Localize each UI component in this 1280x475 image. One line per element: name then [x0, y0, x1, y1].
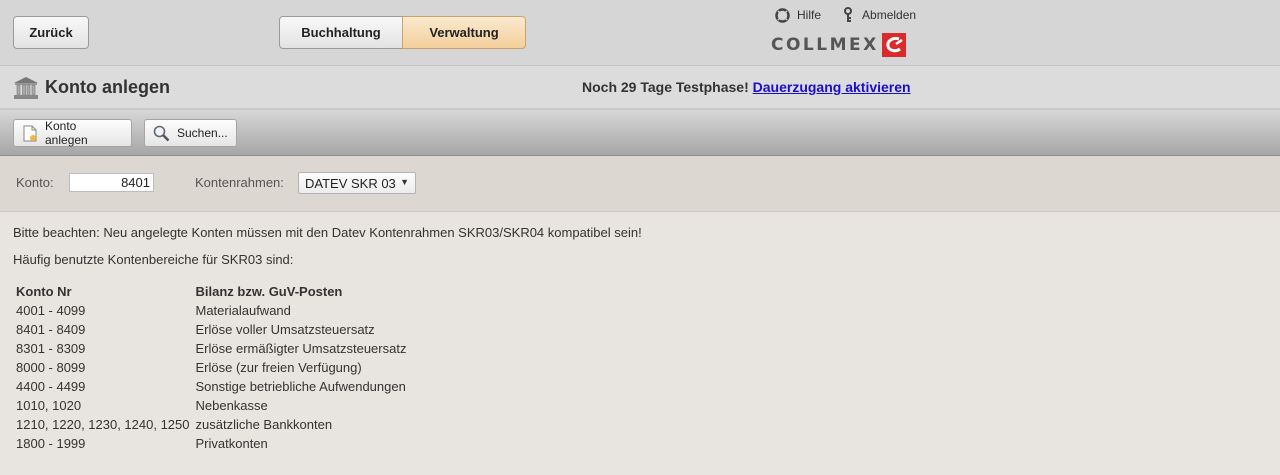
table-row: 8401 - 8409 Erlöse voller Umsatzsteuersat… — [13, 320, 409, 339]
konto-range-cell: 4001 - 4099 — [16, 303, 86, 318]
konto-range-cell: 8301 - 8309 — [16, 341, 86, 356]
posten-cell: Nebenkasse — [195, 398, 268, 413]
help-label: Hilfe — [797, 8, 822, 22]
table-row: 8301 - 8309 Erlöse ermäßigter Umsatzsteue… — [13, 339, 409, 358]
posten-cell: Sonstige betriebliche Aufwendungen — [195, 379, 406, 394]
search-button[interactable]: Suchen... — [144, 119, 237, 147]
account-ranges-table: Konto Nr Bilanz bzw. GuV-Posten 4001 - 4… — [13, 282, 409, 453]
posten-cell: Privatkonten — [195, 436, 268, 451]
table-row: 1800 - 1999 Privatkonten — [13, 434, 409, 453]
new-account-button[interactable]: Konto anlegen — [13, 119, 132, 147]
logout-label: Abmelden — [862, 8, 917, 22]
posten-cell: Erlöse voller Umsatzsteuersatz — [195, 322, 375, 337]
logo-text: COLLMEX — [771, 35, 879, 55]
bank-icon — [13, 76, 39, 103]
tab-verwaltung[interactable]: Verwaltung — [402, 16, 526, 49]
column-header: Bilanz bzw. GuV-Posten — [195, 284, 343, 299]
kontenrahmen-select[interactable]: DATEV SKR 03 ▼ — [298, 172, 416, 194]
posten-cell: zusätzliche Bankkonten — [195, 417, 333, 432]
trial-text: Noch 29 Tage Testphase! — [582, 79, 749, 95]
kontenrahmen-value: DATEV SKR 03 — [305, 175, 396, 191]
top-links: Hilfe Abmelden — [775, 7, 938, 23]
logout-link[interactable]: Abmelden — [843, 7, 916, 23]
lifebuoy-icon — [775, 7, 790, 23]
table-row: 4001 - 4099 Materialaufwand — [13, 301, 409, 320]
posten-cell: Erlöse ermäßigter Umsatzsteuersatz — [195, 341, 407, 356]
help-link[interactable]: Hilfe — [775, 7, 822, 23]
table-row: 1210, 1220, 1230, 1240, 1250 zusätzliche … — [13, 415, 409, 434]
subheading: Häufig benutzte Kontenbereiche für SKR03… — [13, 252, 294, 267]
filter-row: Konto: Kontenrahmen: DATEV SKR 03 ▼ — [0, 156, 1280, 212]
activate-link[interactable]: Dauerzugang aktivieren — [753, 79, 911, 95]
posten-cell: Materialaufwand — [195, 303, 291, 318]
title-bar: Konto anlegen Noch 29 Tage Testphase! Da… — [0, 66, 1280, 110]
table-header-row: Konto Nr Bilanz bzw. GuV-Posten — [13, 282, 409, 301]
tab-buchhaltung[interactable]: Buchhaltung — [279, 16, 403, 49]
new-account-label: Konto anlegen — [45, 119, 88, 147]
trial-notice: Noch 29 Tage Testphase! Dauerzugang akti… — [582, 79, 911, 95]
search-label: Suchen... — [177, 126, 228, 140]
konto-range-cell: 1800 - 1999 — [16, 436, 86, 451]
konto-range-cell: 1210, 1220, 1230, 1240, 1250 — [16, 417, 190, 432]
posten-cell: Erlöse (zur freien Verfügung) — [195, 360, 362, 375]
column-header: Konto Nr — [16, 284, 72, 299]
collmex-logo: COLLMEX — [771, 33, 906, 57]
table-row: 4400 - 4499 Sonstige betriebliche Aufwend… — [13, 377, 409, 396]
page-title: Konto anlegen — [45, 77, 170, 97]
konto-range-cell: 1010, 1020 — [16, 398, 82, 413]
konto-range-cell: 8000 - 8099 — [16, 360, 86, 375]
konto-input[interactable] — [69, 173, 154, 192]
konto-range-cell: 8401 - 8409 — [16, 322, 86, 337]
content-area: Bitte beachten: Neu angelegte Konten müs… — [0, 213, 1280, 475]
konto-label: Konto: — [16, 175, 54, 190]
new-document-icon — [22, 125, 38, 142]
kontenrahmen-label: Kontenrahmen: — [195, 175, 284, 190]
search-icon — [153, 125, 170, 142]
table-row: 8000 - 8099 Erlöse (zur freien Verfügung) — [13, 358, 409, 377]
dropdown-arrow-icon: ▼ — [400, 177, 409, 187]
compatibility-note: Bitte beachten: Neu angelegte Konten müs… — [13, 225, 642, 240]
konto-range-cell: 4400 - 4499 — [16, 379, 86, 394]
back-button[interactable]: Zurück — [13, 16, 89, 49]
logo-mark-icon — [881, 33, 906, 57]
toolbar: Konto anlegen Suchen... — [0, 110, 1280, 156]
key-icon — [843, 7, 855, 23]
top-bar: Zurück Buchhaltung Verwaltung Hilfe Abme… — [0, 0, 1280, 66]
table-row: 1010, 1020 Nebenkasse — [13, 396, 409, 415]
